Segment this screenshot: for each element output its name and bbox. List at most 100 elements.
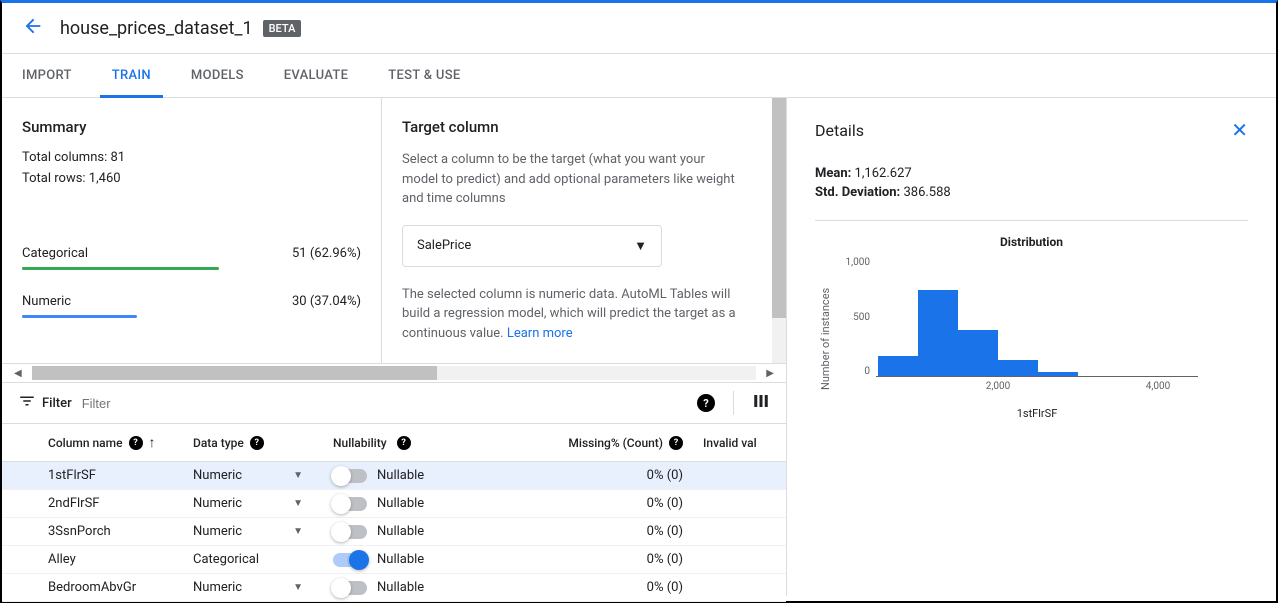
scrollbar-thumb[interactable]	[772, 98, 786, 318]
nullability-label: Nullable	[377, 552, 424, 567]
th-nullability[interactable]: Nullability	[333, 436, 387, 450]
y-tick: 0	[836, 366, 870, 377]
target-note: The selected column is numeric data. Aut…	[402, 285, 742, 344]
x-tick: 2,000	[986, 381, 1010, 392]
total-rows: Total rows: 1,460	[22, 171, 361, 186]
columns-table: Column name ? ↑ Data type ? Nullability …	[2, 423, 786, 602]
nullability-label: Nullable	[377, 580, 424, 595]
th-invalid[interactable]: Invalid val	[703, 436, 757, 450]
data-type-cell: Numeric	[193, 468, 242, 483]
target-description: Select a column to be the target (what y…	[402, 150, 742, 209]
missing-cell: 0% (0)	[533, 580, 703, 595]
target-title: Target column	[402, 118, 742, 136]
column-selector-icon[interactable]	[752, 392, 770, 414]
y-axis-label: Number of instances	[815, 257, 836, 420]
details-title: Details	[815, 121, 864, 140]
tab-train[interactable]: TRAIN	[112, 54, 151, 97]
filter-icon	[18, 392, 36, 414]
chart-bar	[918, 290, 958, 376]
page-title: house_prices_dataset_1	[60, 18, 253, 39]
th-missing[interactable]: Missing% (Count)	[568, 436, 663, 450]
x-axis-label: 1stFlrSF	[876, 407, 1198, 420]
chart-bar	[1038, 372, 1078, 376]
nullability-label: Nullable	[377, 524, 424, 539]
nullability-toggle[interactable]	[333, 497, 367, 511]
nullability-toggle[interactable]	[333, 581, 367, 595]
hscroll-thumb[interactable]	[32, 366, 438, 380]
nullability-toggle[interactable]	[333, 553, 367, 567]
help-icon[interactable]: ?	[697, 394, 715, 412]
x-tick: 4,000	[1146, 381, 1170, 392]
sort-ascending-icon[interactable]: ↑	[149, 434, 156, 451]
horizontal-scrollbar[interactable]	[32, 366, 757, 380]
help-icon[interactable]: ?	[129, 436, 143, 450]
tab-test-use[interactable]: TEST & USE	[388, 54, 460, 97]
learn-more-link[interactable]: Learn more	[507, 326, 573, 341]
numeric-bar	[22, 315, 137, 318]
tab-bar: IMPORT TRAIN MODELS EVALUATE TEST & USE	[2, 54, 1276, 98]
chart-bar	[958, 330, 998, 376]
nullability-toggle[interactable]	[333, 525, 367, 539]
type-numeric-label: Numeric	[22, 294, 71, 309]
data-type-cell: Numeric	[193, 524, 242, 539]
nullability-label: Nullable	[377, 496, 424, 511]
categorical-bar	[22, 267, 219, 270]
divider	[733, 391, 734, 415]
beta-badge: BETA	[263, 20, 302, 37]
th-data-type[interactable]: Data type	[193, 436, 244, 450]
chart-title: Distribution	[815, 235, 1248, 249]
nullability-label: Nullable	[377, 468, 424, 483]
help-icon[interactable]: ?	[250, 436, 264, 450]
y-tick: 1,000	[836, 257, 870, 268]
data-type-cell: Categorical	[193, 552, 259, 567]
table-row[interactable]: BedroomAbvGr Numeric ▼ Nullable 0% (0)	[2, 574, 786, 602]
chevron-down-icon[interactable]: ▼	[293, 470, 303, 481]
hscroll-left-icon[interactable]: ◀	[10, 368, 26, 379]
std-stat: Std. Deviation: 386.588	[815, 185, 1248, 200]
column-name-cell: 2ndFlrSF	[48, 496, 99, 511]
table-row[interactable]: 1stFlrSF Numeric ▼ Nullable 0% (0)	[2, 462, 786, 490]
table-row[interactable]: 3SsnPorch Numeric ▼ Nullable 0% (0)	[2, 518, 786, 546]
help-icon[interactable]: ?	[669, 436, 683, 450]
missing-cell: 0% (0)	[533, 496, 703, 511]
nullability-toggle[interactable]	[333, 469, 367, 483]
total-columns: Total columns: 81	[22, 150, 361, 165]
th-column-name[interactable]: Column name	[48, 436, 123, 450]
y-tick: 500	[836, 312, 870, 323]
chevron-down-icon[interactable]: ▼	[293, 526, 303, 537]
type-categorical-label: Categorical	[22, 246, 88, 261]
mean-stat: Mean: 1,162.627	[815, 166, 1248, 181]
help-icon[interactable]: ?	[397, 436, 411, 450]
data-type-cell: Numeric	[193, 580, 242, 595]
chart-bar	[998, 360, 1038, 376]
filter-label: Filter	[42, 396, 72, 411]
back-arrow-icon[interactable]	[22, 15, 44, 41]
missing-cell: 0% (0)	[533, 552, 703, 567]
type-categorical-count: 51 (62.96%)	[292, 246, 361, 261]
column-name-cell: BedroomAbvGr	[48, 580, 136, 595]
chevron-down-icon[interactable]: ▼	[293, 498, 303, 509]
vertical-scrollbar[interactable]	[772, 98, 786, 363]
target-selected-value: SalePrice	[417, 238, 471, 253]
missing-cell: 0% (0)	[533, 468, 703, 483]
data-type-cell: Numeric	[193, 496, 242, 511]
column-name-cell: 1stFlrSF	[48, 468, 96, 483]
filter-input[interactable]	[82, 396, 697, 411]
hscroll-right-icon[interactable]: ▶	[762, 368, 778, 379]
dropdown-caret-icon: ▼	[634, 238, 647, 254]
column-name-cell: Alley	[48, 552, 76, 567]
table-row[interactable]: Alley Categorical Nullable 0% (0)	[2, 546, 786, 574]
table-row[interactable]: 2ndFlrSF Numeric ▼ Nullable 0% (0)	[2, 490, 786, 518]
tab-import[interactable]: IMPORT	[22, 54, 72, 97]
column-name-cell: 3SsnPorch	[48, 524, 111, 539]
distribution-chart: Distribution Number of instances 1,000 50…	[815, 220, 1248, 420]
chevron-down-icon[interactable]: ▼	[293, 582, 303, 593]
missing-cell: 0% (0)	[533, 524, 703, 539]
summary-title: Summary	[22, 118, 361, 136]
target-column-select[interactable]: SalePrice ▼	[402, 225, 662, 267]
chart-bar	[878, 356, 918, 376]
tab-evaluate[interactable]: EVALUATE	[284, 54, 348, 97]
close-icon[interactable]: ✕	[1231, 118, 1248, 142]
tab-models[interactable]: MODELS	[191, 54, 244, 97]
type-numeric-count: 30 (37.04%)	[292, 294, 361, 309]
